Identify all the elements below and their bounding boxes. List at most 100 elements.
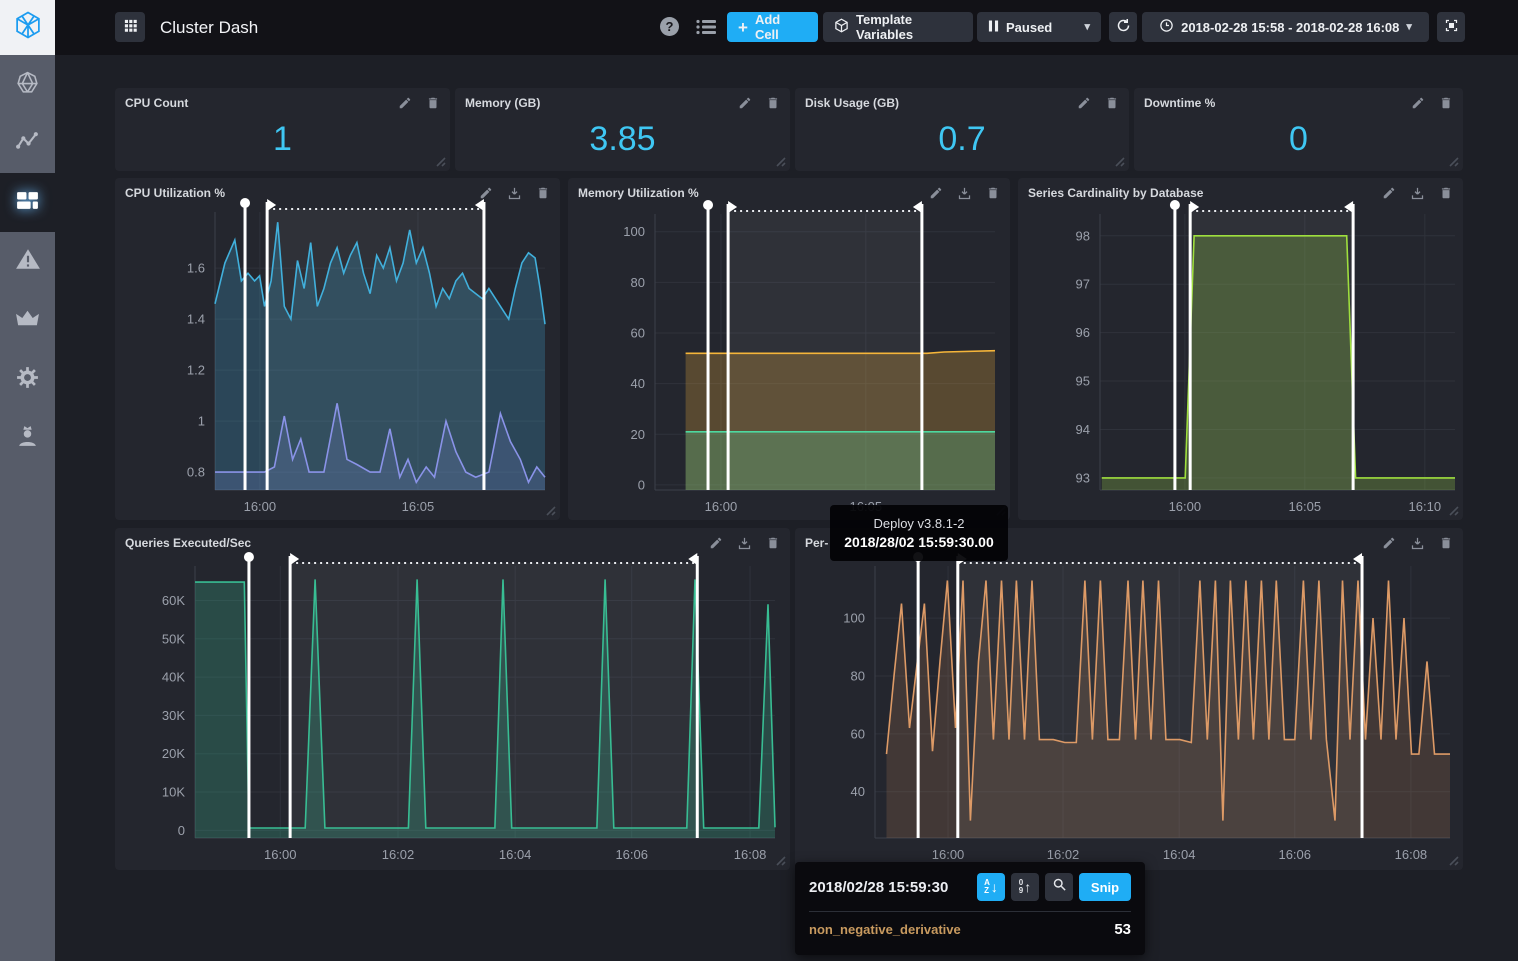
edit-icon[interactable] bbox=[1411, 96, 1425, 110]
edit-icon[interactable] bbox=[929, 186, 943, 200]
annotation-title: Deploy v3.8.1-2 bbox=[873, 516, 964, 531]
plus-icon: + bbox=[738, 19, 748, 36]
resize-handle[interactable] bbox=[773, 154, 786, 167]
resize-handle[interactable] bbox=[1446, 154, 1459, 167]
export-icon[interactable] bbox=[957, 186, 972, 201]
resize-handle[interactable] bbox=[1112, 154, 1125, 167]
svg-text:16:06: 16:06 bbox=[1278, 847, 1311, 862]
cell-title: CPU Count bbox=[125, 96, 384, 110]
legend-series-row[interactable]: non_negative_derivative 53 bbox=[809, 921, 1131, 938]
sort-alphabetical-button[interactable]: A Z ↓ bbox=[977, 873, 1005, 901]
stat-cell-disk-usage: Disk Usage (GB) 0.7 bbox=[795, 88, 1129, 171]
legend-search-button[interactable] bbox=[1045, 873, 1073, 901]
delete-icon[interactable] bbox=[1439, 186, 1453, 200]
sidebar bbox=[0, 0, 55, 961]
sidebar-item-hosts[interactable] bbox=[0, 55, 55, 114]
delete-icon[interactable] bbox=[1439, 536, 1453, 550]
svg-text:16:04: 16:04 bbox=[1163, 847, 1196, 862]
chart-panel-memory-utilization: 16:0016:05100806040200 Memory Utilizatio… bbox=[568, 178, 1010, 520]
stat-cell-memory: Memory (GB) 3.85 bbox=[455, 88, 790, 171]
edit-icon[interactable] bbox=[1077, 96, 1091, 110]
svg-text:10K: 10K bbox=[162, 785, 185, 800]
help-icon: ? bbox=[660, 17, 679, 36]
delete-icon[interactable] bbox=[426, 96, 440, 110]
chart-title: CPU Utilization % bbox=[125, 186, 465, 200]
export-icon[interactable] bbox=[507, 186, 522, 201]
export-icon[interactable] bbox=[737, 536, 752, 551]
clock-icon bbox=[1159, 18, 1174, 36]
presentation-mode-button[interactable] bbox=[1437, 12, 1465, 42]
sidebar-item-settings[interactable] bbox=[0, 350, 55, 409]
resize-handle[interactable] bbox=[1446, 853, 1459, 866]
sort-numeric-button[interactable]: 0 9 ↑ bbox=[1011, 873, 1039, 901]
legend-series-name: non_negative_derivative bbox=[809, 922, 1114, 937]
sidebar-item-alerting[interactable] bbox=[0, 232, 55, 291]
edit-icon[interactable] bbox=[738, 96, 752, 110]
resize-handle[interactable] bbox=[433, 154, 446, 167]
gear-icon bbox=[15, 365, 40, 395]
chart-canvas-per[interactable]: 16:0016:0216:0416:0616:08100806040 bbox=[795, 528, 1463, 870]
delete-icon[interactable] bbox=[1105, 96, 1119, 110]
help-button[interactable]: ? bbox=[660, 17, 679, 37]
chart-panel-per: 16:0016:0216:0416:0616:08100806040 Per- bbox=[795, 528, 1463, 870]
delete-icon[interactable] bbox=[1439, 96, 1453, 110]
edit-icon[interactable] bbox=[1382, 536, 1396, 550]
svg-text:98: 98 bbox=[1076, 228, 1090, 243]
edit-icon[interactable] bbox=[1382, 186, 1396, 200]
svg-text:16:10: 16:10 bbox=[1409, 499, 1442, 514]
pause-icon bbox=[988, 19, 999, 36]
chart-canvas-queries-executed[interactable]: 16:0016:0216:0416:0616:0860K50K40K30K20K… bbox=[115, 528, 790, 870]
delete-icon[interactable] bbox=[766, 536, 780, 550]
refresh-button[interactable] bbox=[1109, 12, 1137, 42]
chart-canvas-cpu-utilization[interactable]: 16:0016:051.61.41.210.8 bbox=[115, 178, 560, 520]
refresh-icon bbox=[1116, 18, 1131, 36]
edit-icon[interactable] bbox=[479, 186, 493, 200]
edit-icon[interactable] bbox=[709, 536, 723, 550]
paused-label: Paused bbox=[1006, 20, 1052, 35]
arrow-down-icon: ↓ bbox=[991, 880, 998, 894]
legend-timestamp: 2018/02/28 15:59:30 bbox=[809, 879, 971, 896]
chevron-down-icon: ▾ bbox=[1084, 22, 1090, 33]
svg-text:60K: 60K bbox=[162, 593, 185, 608]
svg-text:0.8: 0.8 bbox=[187, 465, 205, 480]
chart-canvas-memory-utilization[interactable]: 16:0016:05100806040200 bbox=[568, 178, 1010, 520]
dashboard-grid-button[interactable] bbox=[115, 12, 145, 42]
list-icon bbox=[696, 22, 716, 39]
sidebar-item-data-explorer[interactable] bbox=[0, 114, 55, 173]
chart-panel-series-cardinality: 16:0016:0516:10989796959493 Series Cardi… bbox=[1018, 178, 1463, 520]
time-range-dropdown[interactable]: 2018-02-28 15:58 - 2018-02-28 16:08 ▾ bbox=[1142, 12, 1429, 42]
template-variables-label: Template Variables bbox=[856, 12, 962, 42]
svg-text:30K: 30K bbox=[162, 708, 185, 723]
delete-icon[interactable] bbox=[536, 186, 550, 200]
delete-icon[interactable] bbox=[766, 96, 780, 110]
svg-text:1.6: 1.6 bbox=[187, 261, 205, 276]
autorefresh-dropdown[interactable]: Paused ▾ bbox=[977, 12, 1101, 42]
sidebar-item-user-admin[interactable] bbox=[0, 409, 55, 468]
resize-handle[interactable] bbox=[773, 853, 786, 866]
sort-num-bottom: 9 bbox=[1019, 887, 1023, 895]
svg-text:1.2: 1.2 bbox=[187, 363, 205, 378]
svg-text:100: 100 bbox=[843, 611, 865, 626]
add-cell-button[interactable]: + Add Cell bbox=[727, 12, 818, 42]
graph-options-button[interactable] bbox=[696, 19, 716, 35]
svg-text:93: 93 bbox=[1076, 470, 1090, 485]
snip-button[interactable]: Snip bbox=[1079, 873, 1131, 901]
svg-text:95: 95 bbox=[1076, 374, 1090, 389]
resize-handle[interactable] bbox=[1446, 503, 1459, 516]
template-variables-button[interactable]: Template Variables bbox=[823, 12, 973, 42]
svg-text:80: 80 bbox=[631, 275, 645, 290]
sidebar-item-dashboards[interactable] bbox=[0, 173, 55, 232]
sidebar-item-admin[interactable] bbox=[0, 291, 55, 350]
chart-canvas-series-cardinality[interactable]: 16:0016:0516:10989796959493 bbox=[1018, 178, 1463, 520]
edit-icon[interactable] bbox=[398, 96, 412, 110]
export-icon[interactable] bbox=[1410, 536, 1425, 551]
resize-handle[interactable] bbox=[543, 503, 556, 516]
export-icon[interactable] bbox=[1410, 186, 1425, 201]
chronograf-logo[interactable] bbox=[0, 0, 55, 55]
legend-series-value: 53 bbox=[1114, 921, 1131, 938]
add-cell-label: Add Cell bbox=[755, 12, 807, 42]
svg-text:16:05: 16:05 bbox=[402, 499, 435, 514]
svg-text:16:08: 16:08 bbox=[734, 847, 767, 862]
svg-text:97: 97 bbox=[1076, 277, 1090, 292]
delete-icon[interactable] bbox=[986, 186, 1000, 200]
